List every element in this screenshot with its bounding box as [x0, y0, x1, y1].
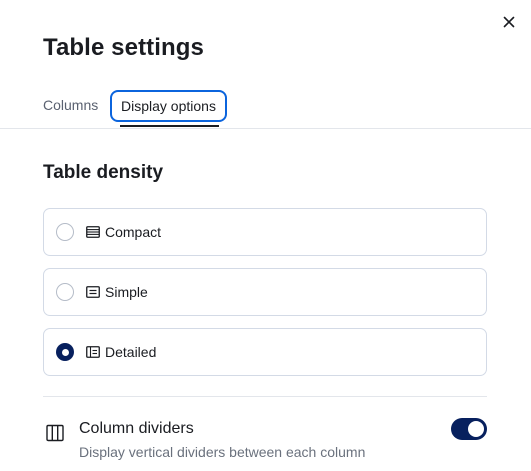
column-dividers-description: Display vertical dividers between each c…	[79, 444, 366, 460]
rows-detailed-icon	[85, 344, 101, 360]
tab-bar: Columns Display options	[0, 88, 531, 129]
option-label-compact: Compact	[105, 224, 162, 240]
rows-compact-icon	[85, 224, 101, 240]
density-option-detailed[interactable]: Detailed	[43, 328, 487, 376]
column-dividers-toggle[interactable]	[451, 418, 487, 440]
column-dividers-title: Column dividers	[79, 420, 194, 437]
tab-columns[interactable]: Columns	[43, 90, 98, 120]
close-button[interactable]	[497, 10, 521, 34]
density-option-compact[interactable]: Compact	[43, 208, 487, 256]
density-option-simple[interactable]: Simple	[43, 268, 487, 316]
close-icon	[503, 16, 515, 28]
density-section-title: Table density	[43, 162, 164, 183]
section-divider	[43, 396, 487, 397]
option-label-detailed: Detailed	[105, 344, 157, 360]
option-label-simple: Simple	[105, 284, 148, 300]
radio-compact[interactable]	[56, 223, 74, 241]
toggle-knob	[468, 421, 484, 437]
table-settings-flyout: Table settings Columns Display options T…	[0, 0, 531, 471]
flyout-title: Table settings	[43, 34, 204, 61]
selected-tab-indicator	[120, 125, 219, 127]
tab-display-options[interactable]: Display options	[110, 90, 227, 122]
radio-detailed[interactable]	[56, 343, 74, 361]
rows-simple-icon	[85, 284, 101, 300]
columns-icon	[46, 424, 64, 442]
radio-simple[interactable]	[56, 283, 74, 301]
